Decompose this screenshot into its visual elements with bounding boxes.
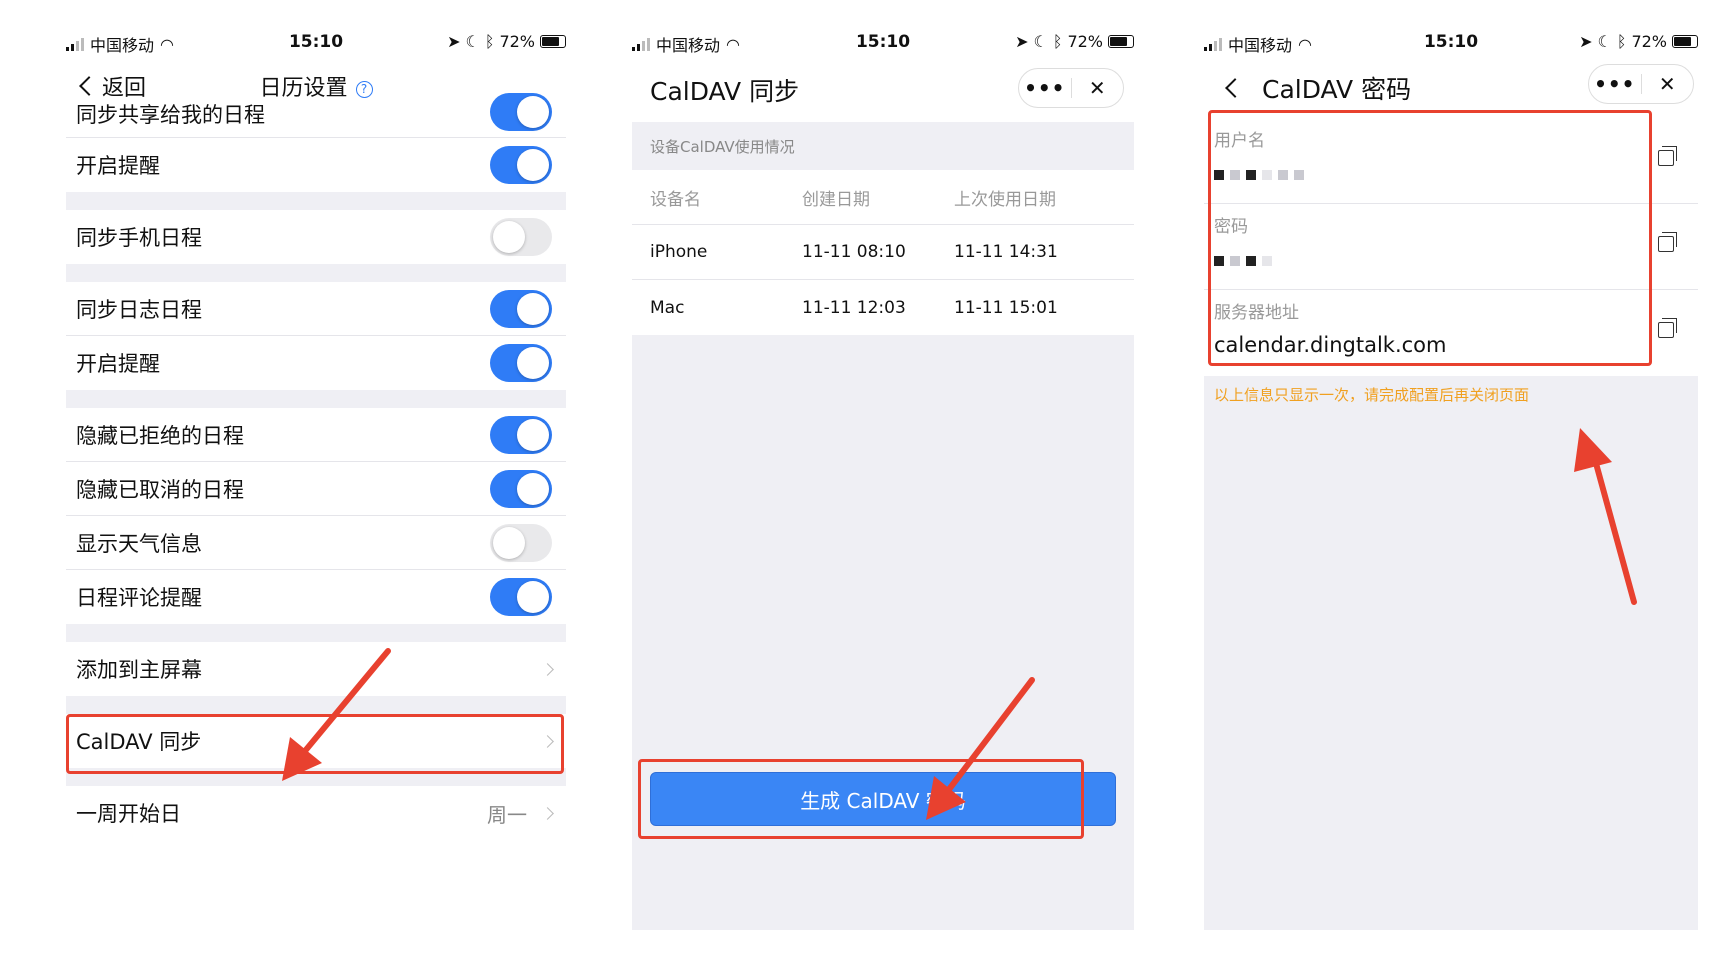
- more-icon[interactable]: •••: [1589, 72, 1641, 96]
- page-title: CalDAV 密码: [1262, 75, 1412, 104]
- section-header: 设备CalDAV使用情况: [632, 122, 1134, 170]
- toggle-switch[interactable]: [490, 344, 552, 382]
- signal-icon: [66, 37, 84, 51]
- status-bar: 中国移动 ◠ 15:10 ➤ ☾ ᛒ 72%: [66, 26, 566, 58]
- battery-icon: [1108, 35, 1134, 48]
- last-used-date: 11-11 15:01: [954, 297, 1058, 318]
- status-bar: 中国移动 ◠ 15:10 ➤ ☾ ᛒ 72%: [632, 26, 1134, 58]
- toggle-switch[interactable]: [490, 146, 552, 184]
- copy-icon[interactable]: [1658, 232, 1677, 252]
- help-icon[interactable]: ?: [355, 81, 373, 98]
- toggle-switch[interactable]: [490, 218, 552, 256]
- setting-row: 开启提醒: [66, 138, 566, 192]
- toggle-switch[interactable]: [490, 289, 552, 328]
- column-header: 设备名: [650, 189, 701, 210]
- status-bar: 中国移动 ◠ 15:10 ➤ ☾ ᛒ 72%: [1204, 26, 1698, 58]
- chevron-right-icon: [541, 662, 554, 676]
- caldav-password-screen: 中国移动 ◠ 15:10 ➤ ☾ ᛒ 72% CalDAV 密码 ••• ✕ 用户名 密…: [1204, 26, 1698, 930]
- moon-icon: ☾: [465, 32, 480, 51]
- highlight-box: [638, 759, 1084, 839]
- device-table: 设备名 创建日期 上次使用日期 iPhone 11-11 08:10 11-11…: [632, 170, 1134, 335]
- setting-row: 同步日志日程: [66, 282, 566, 336]
- setting-row: 隐藏已拒绝的日程: [66, 408, 566, 462]
- mini-program-capsule: ••• ✕: [1588, 64, 1694, 104]
- section-divider: [66, 624, 566, 642]
- highlight-box: [1208, 110, 1652, 366]
- table-row: iPhone 11-11 08:10 11-11 14:31: [632, 225, 1134, 280]
- wifi-icon: ◠: [160, 34, 174, 54]
- setting-row: 开启提醒: [66, 336, 566, 390]
- mini-program-capsule: ••• ✕: [1018, 68, 1124, 108]
- location-icon: ➤: [447, 32, 461, 51]
- toggle-switch[interactable]: [490, 415, 552, 454]
- setting-row: 同步手机日程: [66, 210, 566, 264]
- moon-icon: ☾: [1597, 32, 1612, 51]
- column-header: 创建日期: [802, 189, 870, 210]
- carrier-label: 中国移动: [656, 36, 721, 55]
- highlight-box: [66, 714, 564, 774]
- wifi-icon: ◠: [1298, 34, 1312, 54]
- created-date: 11-11 12:03: [802, 297, 906, 318]
- warning-notice: 以上信息只显示一次，请完成配置后再关闭页面: [1214, 386, 1530, 404]
- battery-percent: 72%: [499, 32, 535, 51]
- more-icon[interactable]: •••: [1019, 76, 1071, 100]
- table-header: 设备名 创建日期 上次使用日期: [632, 170, 1134, 225]
- setting-row: 显示天气信息: [66, 516, 566, 570]
- battery-icon: [1672, 35, 1698, 48]
- copy-icon[interactable]: [1658, 146, 1677, 166]
- location-icon: ➤: [1579, 32, 1593, 51]
- chevron-right-icon: [541, 806, 554, 820]
- last-used-date: 11-11 14:31: [954, 242, 1058, 262]
- clock: 15:10: [288, 32, 344, 52]
- moon-icon: ☾: [1033, 32, 1048, 51]
- toggle-switch[interactable]: [490, 578, 552, 616]
- section-divider: [66, 264, 566, 282]
- chevron-left-icon: [1225, 78, 1245, 98]
- toggle-switch[interactable]: [490, 469, 552, 508]
- setting-row: 隐藏已取消的日程: [66, 462, 566, 516]
- back-button[interactable]: CalDAV 密码: [1222, 70, 1411, 106]
- signal-icon: [1204, 37, 1222, 51]
- page-title: CalDAV 同步: [650, 77, 800, 106]
- column-header: 上次使用日期: [954, 189, 1056, 210]
- add-to-home-row[interactable]: 添加到主屏幕: [66, 642, 566, 696]
- nav-bar: CalDAV 同步 ••• ✕: [632, 58, 1134, 122]
- section-divider: [66, 390, 566, 408]
- signal-icon: [632, 37, 650, 51]
- week-start-value: 周一: [487, 802, 527, 827]
- device-name: iPhone: [650, 242, 708, 262]
- caldav-sync-screen: 中国移动 ◠ 15:10 ➤ ☾ ᛒ 72% CalDAV 同步 ••• ✕ 设备Cal…: [632, 26, 1134, 930]
- setting-row: 日程评论提醒: [66, 570, 566, 624]
- battery-icon: [540, 35, 566, 48]
- wifi-icon: ◠: [726, 34, 740, 54]
- table-row: Mac 11-11 12:03 11-11 15:01: [632, 280, 1134, 335]
- week-start-row[interactable]: 一周开始日 周一: [66, 786, 566, 840]
- location-icon: ➤: [1015, 32, 1029, 51]
- clock: 15:10: [1423, 32, 1479, 52]
- copy-icon[interactable]: [1658, 318, 1677, 338]
- toggle-switch[interactable]: [490, 523, 552, 562]
- toggle-switch[interactable]: [490, 92, 552, 131]
- clock: 15:10: [855, 32, 911, 52]
- bluetooth-icon: ᛒ: [484, 32, 495, 51]
- setting-row: 同步共享给我的日程: [66, 92, 566, 138]
- created-date: 11-11 08:10: [802, 242, 906, 262]
- carrier-label: 中国移动: [90, 36, 155, 55]
- bluetooth-icon: ᛒ: [1616, 32, 1627, 51]
- calendar-settings-screen: 中国移动 ◠ 15:10 ➤ ☾ ᛒ 72% 返回 日历设置? 同步共享给我的日程 开启…: [66, 26, 566, 930]
- carrier-label: 中国移动: [1228, 36, 1293, 55]
- close-icon[interactable]: ✕: [1072, 76, 1124, 100]
- section-divider: [66, 192, 566, 210]
- close-icon[interactable]: ✕: [1642, 72, 1694, 96]
- battery-percent: 72%: [1067, 32, 1103, 51]
- battery-percent: 72%: [1631, 32, 1667, 51]
- bluetooth-icon: ᛒ: [1052, 32, 1063, 51]
- device-name: Mac: [650, 297, 685, 318]
- section-divider: [66, 696, 566, 714]
